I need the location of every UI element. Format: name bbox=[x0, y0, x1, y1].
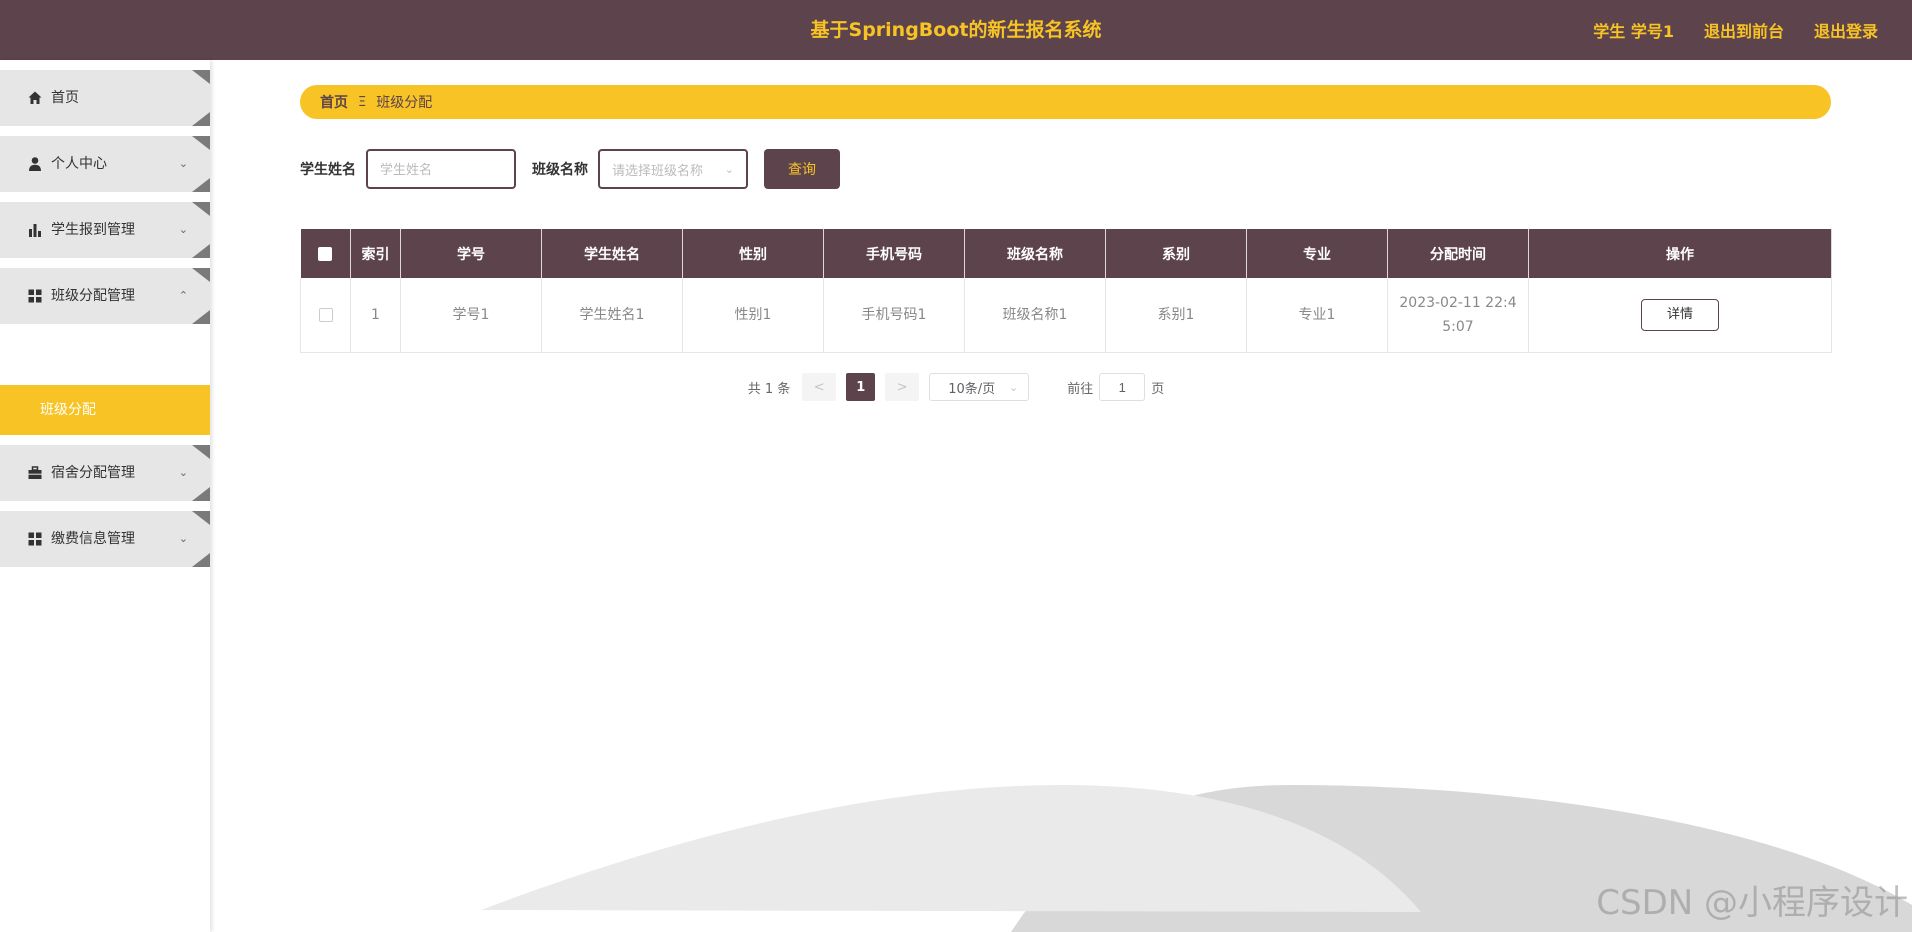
column-header: 学生姓名 bbox=[541, 229, 683, 278]
sidebar-item-label: 学生报到管理 bbox=[51, 222, 135, 238]
chevron-down-icon: ⌄ bbox=[178, 223, 188, 236]
student-name-label: 学生姓名 bbox=[300, 162, 356, 178]
column-header: 操作 bbox=[1528, 229, 1832, 278]
sidebar-item-label: 班级分配管理 bbox=[51, 288, 135, 304]
column-header: 班级名称 bbox=[964, 229, 1106, 278]
column-header: 性别 bbox=[682, 229, 824, 278]
column-header: 分配时间 bbox=[1387, 229, 1529, 278]
page-number-button[interactable]: 1 bbox=[846, 373, 876, 401]
query-button[interactable]: 查询 bbox=[764, 149, 840, 189]
cell-phone: 手机号码1 bbox=[823, 278, 965, 353]
sidebar-item-label: 首页 bbox=[51, 90, 79, 106]
cell-actions: 详情 bbox=[1528, 278, 1832, 353]
column-header: 索引 bbox=[350, 229, 401, 278]
sidebar-item-payment-info[interactable]: 缴费信息管理 ⌄ bbox=[0, 511, 210, 567]
breadcrumb: 首页 Ξ 班级分配 bbox=[300, 85, 1831, 119]
data-table: 索引 学号 学生姓名 性别 手机号码 班级名称 系别 专业 分配时间 操作 1 … bbox=[300, 229, 1832, 353]
cell-department: 系别1 bbox=[1105, 278, 1247, 353]
cell-gender: 性别1 bbox=[682, 278, 824, 353]
select-all-header bbox=[300, 229, 351, 278]
table-header-row: 索引 学号 学生姓名 性别 手机号码 班级名称 系别 专业 分配时间 操作 bbox=[300, 229, 1832, 278]
grid-icon bbox=[28, 532, 42, 546]
sidebar-item-student-report[interactable]: 学生报到管理 ⌄ bbox=[0, 202, 210, 258]
sidebar-item-dorm-allocation[interactable]: 宿舍分配管理 ⌄ bbox=[0, 445, 210, 501]
top-bar: 基于SpringBoot的新生报名系统 学生 学号1 退出到前台 退出登录 bbox=[0, 0, 1912, 60]
user-icon bbox=[29, 157, 41, 171]
sidebar-item-label: 缴费信息管理 bbox=[51, 531, 135, 547]
chevron-down-icon: ⌄ bbox=[178, 532, 188, 545]
grid-icon bbox=[28, 289, 42, 303]
row-select-cell bbox=[300, 278, 351, 353]
table-row: 1 学号1 学生姓名1 性别1 手机号码1 班级名称1 系别1 专业1 2023… bbox=[300, 278, 1832, 353]
page-size-select[interactable]: 10条/页 ⌄ bbox=[929, 373, 1030, 401]
sidebar-item-personal-center[interactable]: 个人中心 ⌄ bbox=[0, 136, 210, 192]
home-icon bbox=[28, 91, 42, 104]
column-header: 手机号码 bbox=[823, 229, 965, 278]
top-actions: 学生 学号1 退出到前台 退出登录 bbox=[1593, 0, 1878, 60]
cell-major: 专业1 bbox=[1246, 278, 1388, 353]
detail-button[interactable]: 详情 bbox=[1641, 298, 1719, 331]
page-size-value: 10条/页 bbox=[948, 381, 996, 397]
class-name-label: 班级名称 bbox=[532, 162, 588, 178]
breadcrumb-current: 班级分配 bbox=[376, 95, 433, 111]
watermark: CSDN @小程序设计 bbox=[1596, 883, 1908, 923]
sidebar-item-class-allocation[interactable]: 班级分配管理 ⌃ bbox=[0, 268, 210, 324]
chevron-down-icon: ⌄ bbox=[724, 162, 734, 176]
cell-name: 学生姓名1 bbox=[541, 278, 683, 353]
sidebar-item-label: 宿舍分配管理 bbox=[51, 465, 135, 481]
page-suffix: 页 bbox=[1151, 381, 1165, 397]
chevron-up-icon: ⌃ bbox=[178, 289, 188, 302]
select-all-checkbox[interactable] bbox=[318, 246, 333, 261]
goto-page-input[interactable] bbox=[1099, 373, 1146, 401]
search-form: 学生姓名 班级名称 请选择班级名称 ⌄ 查询 bbox=[300, 149, 840, 189]
class-name-placeholder: 请选择班级名称 bbox=[612, 163, 704, 179]
cell-index: 1 bbox=[350, 278, 401, 353]
column-header: 专业 bbox=[1246, 229, 1388, 278]
chevron-down-icon: ⌄ bbox=[178, 157, 188, 170]
prev-page-button[interactable]: < bbox=[802, 373, 837, 401]
goto-label: 前往 bbox=[1067, 381, 1094, 397]
bar-chart-icon bbox=[29, 224, 41, 237]
breadcrumb-home[interactable]: 首页 bbox=[320, 92, 348, 112]
student-name-input[interactable] bbox=[366, 149, 516, 189]
sidebar: 首页 个人中心 ⌄ 学生报到管理 ⌄ 班级分配管理 ⌃ 班级分配 宿舍分配管理 … bbox=[0, 60, 210, 932]
breadcrumb-separator: Ξ bbox=[358, 94, 367, 110]
briefcase-icon bbox=[28, 466, 42, 479]
sidebar-item-label: 个人中心 bbox=[51, 156, 107, 172]
allocation-time-line1: 2023-02-11 22:4 bbox=[1399, 294, 1517, 311]
back-to-front-link[interactable]: 退出到前台 bbox=[1704, 18, 1784, 42]
sidebar-item-home[interactable]: 首页 bbox=[0, 70, 210, 126]
row-checkbox[interactable] bbox=[318, 307, 333, 322]
chevron-down-icon: ⌄ bbox=[178, 466, 188, 479]
cell-student-no: 学号1 bbox=[400, 278, 542, 353]
next-page-button[interactable]: > bbox=[885, 373, 920, 401]
column-header: 系别 bbox=[1105, 229, 1247, 278]
cell-class-name: 班级名称1 bbox=[964, 278, 1106, 353]
class-name-select[interactable]: 请选择班级名称 ⌄ bbox=[598, 149, 748, 189]
logout-link[interactable]: 退出登录 bbox=[1814, 18, 1878, 42]
pagination: 共 1 条 < 1 > 10条/页 ⌄ 前往 页 bbox=[0, 373, 1912, 401]
pagination-total: 共 1 条 bbox=[747, 381, 791, 397]
allocation-time-line2: 5:07 bbox=[1442, 318, 1474, 335]
chevron-down-icon: ⌄ bbox=[1009, 380, 1019, 394]
user-name[interactable]: 学生 学号1 bbox=[1593, 18, 1674, 42]
column-header: 学号 bbox=[400, 229, 542, 278]
cell-allocation-time: 2023-02-11 22:4 5:07 bbox=[1387, 278, 1529, 353]
